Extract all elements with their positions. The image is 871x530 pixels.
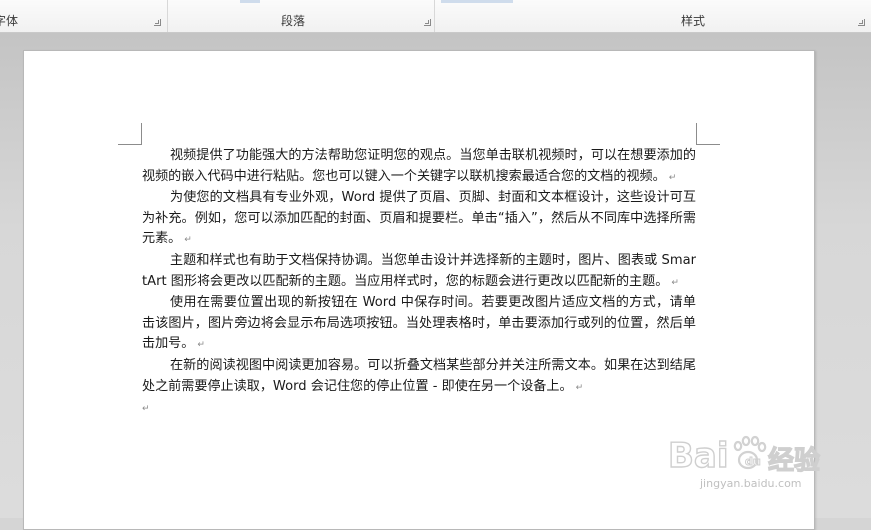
ribbon-group-styles-label: 样式 [681,14,706,28]
document-paragraph[interactable]: 主题和样式也有助于文档保持协调。当您单击设计并选择新的主题时，图片、图表或 Sm… [142,251,696,293]
crop-mark-top-left [118,123,142,145]
ribbon-group-bar: 字体 段落 样式 [0,0,871,33]
paragraph-mark-icon: ↵ [197,340,205,351]
paragraph-text: 使用在需要位置出现的新按钮在 Word 中保存时间。若要更改图片适应文档的方式，… [142,295,696,352]
document-body[interactable]: 视频提供了功能强大的方法帮助您证明您的观点。当您单击联机视频时，可以在想要添加的… [142,146,696,418]
document-paragraph[interactable]: 在新的阅读视图中阅读更加容易。可以折叠文档某些部分并关注所需文本。如果在达到结尾… [142,356,696,398]
ribbon-group-paragraph-label: 段落 [281,14,306,28]
paragraph-dialog-launcher-icon[interactable] [424,19,431,26]
crop-mark-top-right [696,123,720,145]
ribbon-group-font-label: 字体 [0,14,19,28]
ribbon-separator [167,0,168,32]
paragraph-mark-icon: ↵ [671,277,679,288]
styles-dialog-launcher-icon[interactable] [858,19,865,26]
styles-gallery-edge [441,0,513,3]
empty-paragraph[interactable]: ↵ [142,398,696,418]
paragraph-mark-icon: ↵ [575,382,584,393]
font-dialog-launcher-icon[interactable] [154,19,161,26]
paragraph-mark-icon: ↵ [184,235,192,246]
ribbon-separator [434,0,435,32]
paragraph-text: 视频提供了功能强大的方法帮助您证明您的观点。当您单击联机视频时，可以在想要添加的… [142,148,696,184]
document-paragraph[interactable]: 为使您的文档具有专业外观，Word 提供了页眉、页脚、封面和文本框设计，这些设计… [142,188,696,251]
ribbon-control-edge [240,0,260,3]
paragraph-mark-icon: ↵ [142,404,150,415]
paragraph-text: 主题和样式也有助于文档保持协调。当您单击设计并选择新的主题时，图片、图表或 Sm… [142,252,696,289]
document-paragraph[interactable]: 使用在需要位置出现的新按钮在 Word 中保存时间。若要更改图片适应文档的方式，… [142,293,696,356]
document-paragraph[interactable]: 视频提供了功能强大的方法帮助您证明您的观点。当您单击联机视频时，可以在想要添加的… [142,146,696,188]
paragraph-mark-icon: ↵ [668,172,677,183]
paragraph-text: 为使您的文档具有专业外观，Word 提供了页眉、页脚、封面和文本框设计，这些设计… [142,190,696,247]
paragraph-text: 在新的阅读视图中阅读更加容易。可以折叠文档某些部分并关注所需文本。如果在达到结尾… [142,357,696,394]
